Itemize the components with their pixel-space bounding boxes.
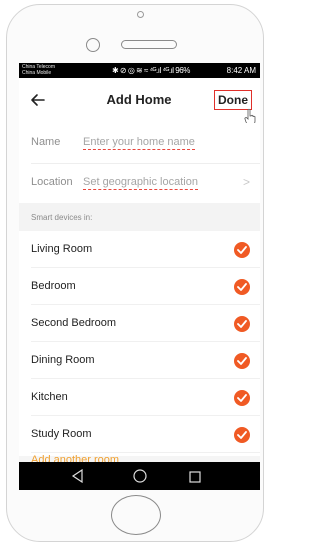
section-header: Smart devices in: <box>19 203 260 231</box>
front-camera <box>86 38 100 52</box>
name-row: Name Enter your home name <box>19 123 260 163</box>
room-item-second-bedroom[interactable]: Second Bedroom <box>19 305 260 342</box>
room-item-living-room[interactable]: Living Room <box>19 231 260 268</box>
name-label: Name <box>31 136 61 148</box>
square-recents-icon[interactable] <box>189 470 201 488</box>
room-label: Study Room <box>31 428 92 440</box>
check-circle-icon[interactable] <box>234 316 250 332</box>
room-item-dining-room[interactable]: Dining Room <box>19 342 260 379</box>
app-header: Add Home Done <box>19 78 260 126</box>
section-title: Smart devices in: <box>31 213 93 222</box>
earpiece-speaker <box>121 40 177 49</box>
check-circle-icon[interactable] <box>234 279 250 295</box>
room-item-study-room[interactable]: Study Room <box>19 416 260 453</box>
room-label: Kitchen <box>31 391 68 403</box>
hardware-home-button[interactable] <box>111 495 161 535</box>
location-label: Location <box>31 176 73 188</box>
status-bar: China Telecom China Mobile ✱ ⊘ ◎ ≋ ≈ ⁴ᴳ.… <box>19 63 260 78</box>
circle-home-icon[interactable] <box>133 469 147 488</box>
status-time: 8:42 AM <box>226 66 256 75</box>
room-list: Living Room Bedroom Second Bedroom Dinin… <box>19 231 260 456</box>
system-navigation-bar <box>19 462 260 490</box>
room-label: Bedroom <box>31 280 76 292</box>
chevron-right-icon: > <box>242 175 250 189</box>
room-item-bedroom[interactable]: Bedroom <box>19 268 260 305</box>
page-title: Add Home <box>106 92 172 107</box>
screen: China Telecom China Mobile ✱ ⊘ ◎ ≋ ≈ ⁴ᴳ.… <box>19 63 260 490</box>
room-label: Living Room <box>31 243 93 255</box>
check-circle-icon[interactable] <box>234 242 250 258</box>
status-icons: ✱ ⊘ ◎ ≋ ≈ ⁴ᴳ.ıl ⁴ᴳ.ıl 96% <box>112 66 190 75</box>
check-circle-icon[interactable] <box>234 390 250 406</box>
room-label: Second Bedroom <box>31 317 116 329</box>
carrier-info: China Telecom China Mobile <box>22 64 55 76</box>
location-row[interactable]: Location Set geographic location > <box>19 163 260 203</box>
arrow-left-icon[interactable] <box>29 91 47 109</box>
home-name-input[interactable]: Enter your home name <box>83 136 195 150</box>
room-item-kitchen[interactable]: Kitchen <box>19 379 260 416</box>
room-label: Dining Room <box>31 354 95 366</box>
check-circle-icon[interactable] <box>234 353 250 369</box>
sensor-dot <box>137 11 144 18</box>
location-field[interactable]: Set geographic location <box>83 176 198 190</box>
done-button[interactable]: Done <box>214 90 252 110</box>
home-form: Name Enter your home name Location Set g… <box>19 123 260 203</box>
triangle-back-icon[interactable] <box>71 468 85 488</box>
check-circle-icon[interactable] <box>234 427 250 443</box>
row-divider <box>31 452 260 453</box>
carrier-line-2: China Mobile <box>22 70 52 76</box>
